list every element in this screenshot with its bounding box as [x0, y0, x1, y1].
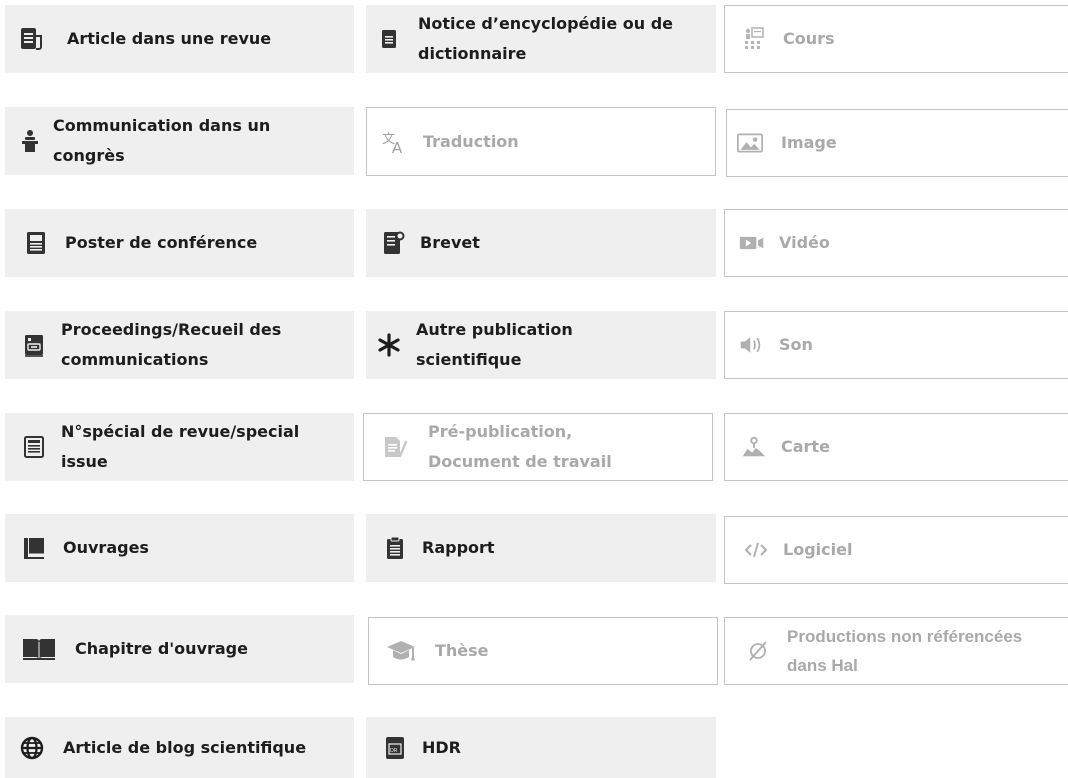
open-book-icon [21, 636, 57, 662]
patent-icon [380, 230, 406, 256]
preprint-icon [382, 434, 408, 460]
type-cours[interactable]: Cours [724, 5, 1068, 73]
item-label: Pré-publication, Document de travail [428, 422, 612, 471]
type-poster-conference[interactable]: Poster de conférence [5, 209, 354, 277]
item-label: Notice d’encyclopédie ou de dictionnaire [418, 14, 673, 63]
item-label: Article de blog scientifique [63, 737, 307, 757]
poster-icon [23, 230, 49, 256]
item-label: Rapport [422, 538, 495, 557]
video-icon [739, 230, 765, 256]
course-icon [741, 26, 767, 52]
item-label: Thèse [435, 641, 489, 660]
type-autre-publication[interactable]: Autre publication scientifique [366, 311, 716, 379]
proceedings-icon [21, 332, 47, 358]
book-icon [21, 535, 47, 561]
sound-icon [739, 332, 765, 358]
translate-icon: 文A [381, 129, 407, 155]
item-label: Logiciel [783, 540, 853, 559]
speaker-podium-icon [17, 128, 43, 154]
item-label: N°spécial de revue/special issue [61, 422, 300, 471]
type-traduction[interactable]: 文A Traduction [366, 107, 716, 176]
type-brevet[interactable]: Brevet [366, 209, 716, 277]
item-label: Carte [781, 437, 830, 456]
svg-text:A: A [392, 139, 403, 155]
item-label: Ouvrages [63, 538, 149, 557]
type-video[interactable]: Vidéo [724, 209, 1068, 277]
type-rapport[interactable]: Rapport [366, 514, 716, 582]
item-label: Chapitre d'ouvrage [75, 639, 248, 658]
type-logiciel[interactable]: Logiciel [724, 516, 1068, 584]
type-pre-publication[interactable]: Pré-publication, Document de travail [363, 413, 713, 481]
image-icon [737, 130, 763, 156]
item-label: Proceedings/Recueil des communications [61, 320, 282, 369]
hdr-icon: DR [382, 735, 408, 761]
type-hdr[interactable]: DR HDR [366, 717, 716, 778]
item-label: Poster de conférence [65, 233, 258, 252]
item-label: Traduction [423, 131, 519, 151]
svg-text:DR: DR [390, 748, 398, 754]
item-label: Cours [783, 29, 835, 48]
type-chapitre-ouvrage[interactable]: Chapitre d'ouvrage [5, 615, 354, 683]
code-icon [743, 537, 769, 563]
empty-set-icon [745, 638, 771, 664]
type-productions-non-referencees[interactable]: Productions non référencées dans Hal [724, 617, 1068, 685]
type-numero-special[interactable]: N°spécial de revue/special issue [5, 413, 354, 481]
item-label: HDR [422, 737, 461, 757]
item-label: Productions non référencées dans Hal [787, 627, 1023, 675]
item-label: Vidéo [779, 233, 830, 252]
encyclopedia-notice-icon [376, 26, 402, 52]
report-icon [382, 535, 408, 561]
type-these[interactable]: Thèse [368, 617, 718, 685]
type-article-dans-une-revue[interactable]: Article dans une revue [5, 5, 354, 73]
item-label: Image [781, 133, 837, 152]
asterisk-icon [376, 332, 402, 358]
type-carte[interactable]: Carte [724, 413, 1068, 481]
type-son[interactable]: Son [724, 311, 1068, 379]
type-notice-encyclopedie[interactable]: Notice d’encyclopédie ou de dictionnaire [366, 5, 716, 73]
type-communication-congres[interactable]: Communication dans un congrès [5, 107, 354, 175]
type-ouvrages[interactable]: Ouvrages [5, 514, 354, 582]
globe-icon [19, 735, 45, 761]
map-icon [741, 434, 767, 460]
type-proceedings[interactable]: Proceedings/Recueil des communications [5, 311, 354, 379]
item-label: Communication dans un congrès [53, 116, 271, 165]
item-label: Article dans une revue [67, 29, 272, 48]
type-article-blog[interactable]: Article de blog scientifique [5, 717, 354, 778]
item-label: Brevet [420, 233, 480, 252]
item-label: Son [779, 335, 813, 354]
graduation-cap-icon [385, 638, 417, 664]
article-journal-icon [19, 26, 45, 52]
type-image[interactable]: Image [726, 109, 1068, 177]
item-label: Autre publication scientifique [416, 320, 573, 369]
special-issue-icon [21, 434, 47, 460]
